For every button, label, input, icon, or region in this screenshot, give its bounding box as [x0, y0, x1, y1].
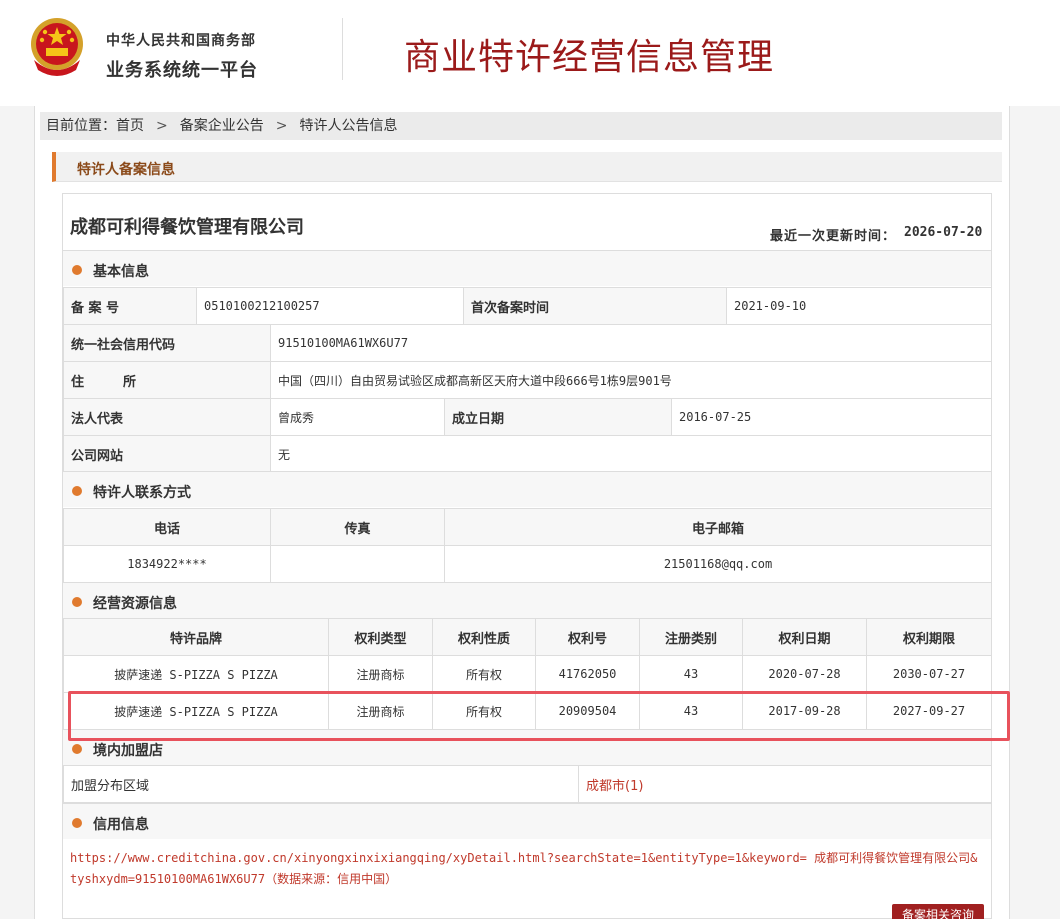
section-basic-info: 基本信息 [63, 250, 991, 286]
credit-china-link[interactable]: https://www.creditchina.gov.cn/xinyongxi… [70, 848, 980, 890]
orange-dot-icon [72, 744, 82, 754]
site-header: 中华人民共和国商务部 业务系统统一平台 商业特许经营信息管理 [0, 0, 1060, 106]
reg-class-header: 注册类别 [639, 618, 743, 656]
email-header: 电子邮箱 [444, 508, 992, 546]
right-term-cell: 2030-07-27 [866, 655, 992, 693]
filing-no-value: 0510100212100257 [196, 287, 464, 325]
email-value: 21501168@qq.com [444, 545, 992, 583]
section-title: 境内加盟店 [93, 743, 163, 759]
phone-header: 电话 [63, 508, 271, 546]
update-time-label: 最近一次更新时间： [770, 229, 897, 244]
right-nature-header: 权利性质 [432, 618, 536, 656]
legal-rep-value: 曾成秀 [270, 398, 445, 436]
panel-title: 特许人备案信息 [77, 162, 175, 178]
section-credit: 信用信息 [63, 803, 991, 839]
store-region-label: 加盟分布区域 [63, 765, 579, 803]
breadcrumb-home[interactable]: 首页 [116, 118, 144, 134]
table-row: 披萨速递 S-PIZZA S PIZZA 注册商标 所有权 41762050 4… [63, 655, 992, 693]
right-nature-cell: 所有权 [432, 655, 536, 693]
right-date-cell: 2020-07-28 [742, 655, 867, 693]
highlight-box [68, 691, 1010, 741]
panel-header: 特许人备案信息 [52, 152, 1002, 182]
section-title: 基本信息 [93, 264, 149, 280]
basic-info-table-4: 公司网站 无 [63, 435, 992, 473]
founded-label: 成立日期 [444, 398, 672, 436]
platform-name: 业务系统统一平台 [106, 60, 258, 81]
section-resources: 经营资源信息 [63, 582, 991, 618]
first-filing-label: 首次备案时间 [463, 287, 727, 325]
header-divider [342, 18, 343, 80]
brand-header: 特许品牌 [63, 618, 329, 656]
right-type-header: 权利类型 [328, 618, 433, 656]
right-term-header: 权利期限 [866, 618, 992, 656]
reg-class-cell: 43 [639, 655, 743, 693]
right-no-cell: 41762050 [535, 655, 640, 693]
store-region-link[interactable]: 成都市(1) [578, 765, 992, 803]
orange-dot-icon [72, 486, 82, 496]
breadcrumb-filed-companies[interactable]: 备案企业公告 [180, 118, 264, 134]
breadcrumb-separator: > [275, 118, 288, 134]
section-title: 特许人联系方式 [93, 485, 191, 501]
table-header-row: 电话 传真 电子邮箱 [63, 508, 992, 546]
fax-header: 传真 [270, 508, 445, 546]
table-row: 住 所 中国（四川）自由贸易试验区成都高新区天府大道中段666号1栋9层901号 [63, 361, 992, 399]
orange-dot-icon [72, 265, 82, 275]
filing-no-label: 备 案 号 [63, 287, 197, 325]
orange-dot-icon [72, 818, 82, 828]
fax-value [270, 545, 445, 583]
address-label: 住 所 [63, 361, 271, 399]
company-name: 成都可利得餐饮管理有限公司 [70, 217, 304, 238]
section-title: 经营资源信息 [93, 596, 177, 612]
update-time-value: 2026-07-20 [904, 225, 983, 240]
table-row: 法人代表 曾成秀 成立日期 2016-07-25 [63, 398, 992, 436]
section-title: 信用信息 [93, 817, 149, 833]
stores-table: 加盟分布区域 成都市(1) [63, 765, 992, 803]
website-value: 无 [270, 435, 992, 473]
basic-info-table-2: 统一社会信用代码 91510100MA61WX6U77 住 所 中国（四川）自由… [63, 324, 992, 399]
breadcrumb-separator: > [156, 118, 168, 134]
orange-dot-icon [72, 597, 82, 607]
credit-code-label: 统一社会信用代码 [63, 324, 271, 362]
filing-inquiry-button[interactable]: 备案相关咨询 [892, 904, 984, 919]
table-row: 加盟分布区域 成都市(1) [63, 765, 992, 803]
site-title: 商业特许经营信息管理 [404, 37, 775, 78]
website-label: 公司网站 [63, 435, 271, 473]
breadcrumb: 目前位置：首页 > 备案企业公告 > 特许人公告信息 [40, 112, 1002, 140]
right-no-header: 权利号 [535, 618, 640, 656]
contact-table: 电话 传真 电子邮箱 1834922**** 21501168@qq.com [63, 508, 992, 583]
breadcrumb-current: 特许人公告信息 [299, 118, 398, 134]
right-date-header: 权利日期 [742, 618, 867, 656]
basic-info-table-3: 法人代表 曾成秀 成立日期 2016-07-25 [63, 398, 992, 436]
table-row: 统一社会信用代码 91510100MA61WX6U77 [63, 324, 992, 362]
first-filing-value: 2021-09-10 [726, 287, 992, 325]
table-row: 备 案 号 0510100212100257 首次备案时间 2021-09-10 [63, 287, 992, 325]
table-row: 1834922**** 21501168@qq.com [63, 545, 992, 583]
credit-code-value: 91510100MA61WX6U77 [270, 324, 992, 362]
table-row: 公司网站 无 [63, 435, 992, 473]
founded-value: 2016-07-25 [671, 398, 992, 436]
breadcrumb-prefix: 目前位置： [46, 118, 116, 134]
address-value: 中国（四川）自由贸易试验区成都高新区天府大道中段666号1栋9层901号 [270, 361, 992, 399]
legal-rep-label: 法人代表 [63, 398, 271, 436]
table-header-row: 特许品牌 权利类型 权利性质 权利号 注册类别 权利日期 权利期限 [63, 618, 992, 656]
national-emblem-icon [31, 18, 83, 76]
section-contact: 特许人联系方式 [63, 471, 991, 507]
right-type-cell: 注册商标 [328, 655, 433, 693]
phone-value: 1834922**** [63, 545, 271, 583]
brand-cell: 披萨速递 S-PIZZA S PIZZA [63, 655, 329, 693]
basic-info-table-1: 备 案 号 0510100212100257 首次备案时间 2021-09-10 [63, 287, 992, 325]
ministry-name: 中华人民共和国商务部 [106, 33, 256, 49]
